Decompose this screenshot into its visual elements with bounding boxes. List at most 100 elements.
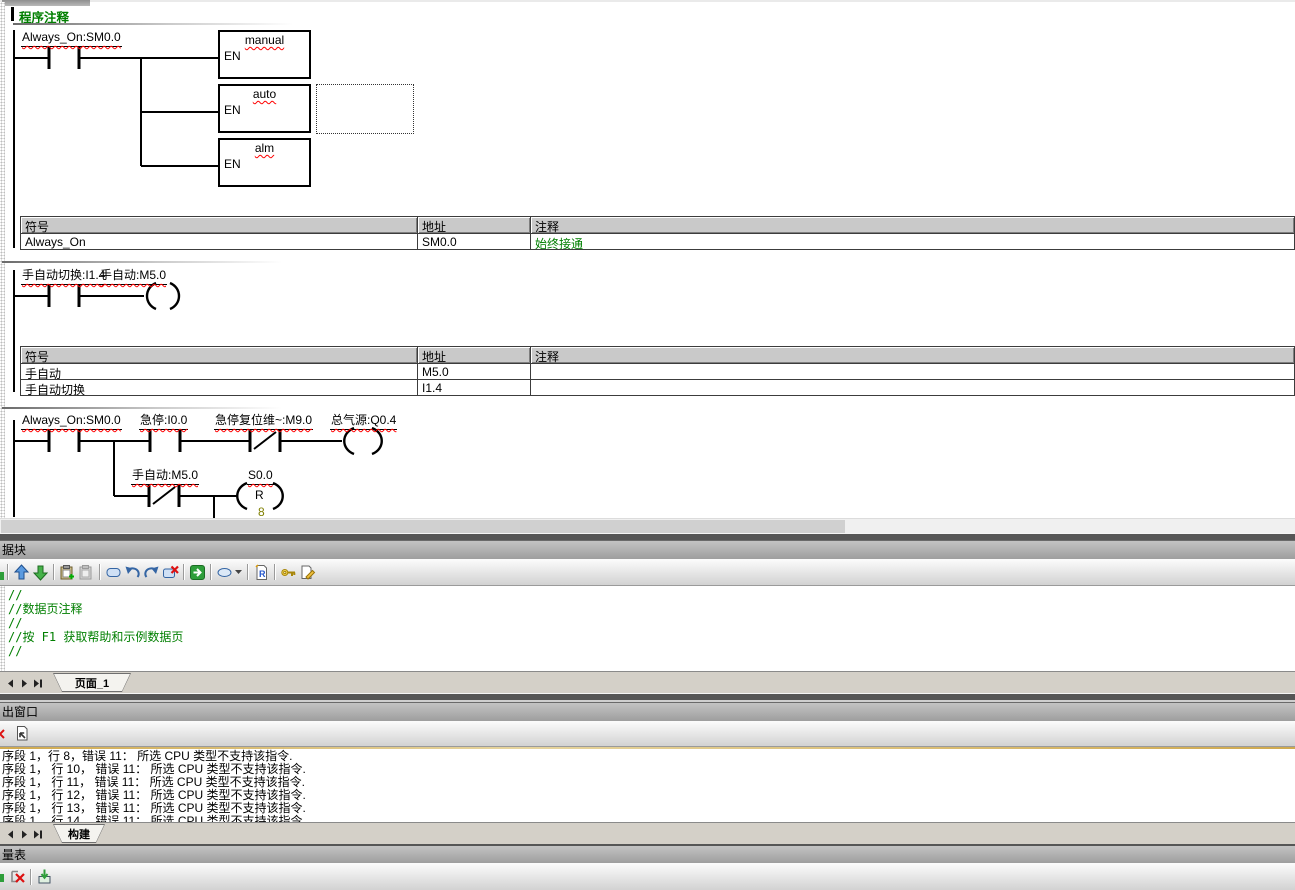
splitter[interactable] (0, 693, 1295, 702)
toolbar-separator (30, 869, 32, 885)
col-header-comment: 注释 (531, 347, 1294, 363)
error-line[interactable]: 序段 1， 行 14， 错误 11： 所选 CPU 类型不支持该指令. (2, 815, 306, 822)
selection-box[interactable] (316, 84, 414, 134)
import-icon[interactable] (35, 868, 54, 886)
tab-next-icon[interactable] (17, 827, 31, 841)
comment-line: // (8, 617, 22, 630)
dropdown-caret-icon[interactable] (234, 563, 244, 581)
go-next-icon[interactable] (188, 563, 207, 581)
tab-build[interactable]: 构建 (53, 824, 105, 843)
key-icon[interactable] (279, 563, 298, 581)
move-down-icon[interactable] (31, 563, 50, 581)
cell-address: M5.0 (418, 364, 531, 379)
tab-last-icon[interactable] (31, 827, 45, 841)
toolbar-separator (274, 564, 276, 580)
output-tabbar: 构建 (0, 822, 1295, 845)
comment-line: //数据页注释 (8, 603, 82, 616)
toolbar-separator (99, 564, 101, 580)
ladder-graphics (0, 0, 1295, 518)
contact-label[interactable]: 手自动切换:I1.4 (21, 269, 106, 285)
delete-row-icon[interactable] (77, 563, 96, 581)
edge-hatch (0, 586, 5, 671)
table-header-row: 符号 地址 注释 (21, 217, 1294, 234)
en-input-label: EN (224, 104, 241, 117)
data-block-editor[interactable]: // //数据页注释 // //按 F1 获取帮助和示例数据页 // (0, 586, 1295, 671)
en-input-label: EN (224, 158, 241, 171)
clear-x-icon[interactable] (0, 725, 6, 743)
clipped-icon[interactable] (0, 563, 4, 581)
toolbar-separator (7, 564, 9, 580)
coil-label[interactable]: S0.0 (247, 469, 274, 485)
status-chart-toolbar (0, 863, 1295, 890)
clipped-icon[interactable] (0, 868, 4, 886)
box-title[interactable]: manual (219, 34, 310, 47)
tab-prev-icon[interactable] (3, 676, 17, 690)
output-window-title: 出窗口 (2, 705, 38, 719)
output-window-toolbar (0, 721, 1295, 747)
app-window: 程序注释 Always (0, 0, 1295, 890)
toolbar-separator (247, 564, 249, 580)
contact-label[interactable]: Always_On:SM0.0 (21, 31, 122, 47)
comment-line: //按 F1 获取帮助和示例数据页 (8, 631, 183, 644)
data-block-tabbar: 页面_1 (0, 671, 1295, 694)
tab-prev-icon[interactable] (3, 827, 17, 841)
data-block-title: 据块 (2, 543, 26, 557)
cell-comment (531, 380, 1294, 395)
symbol-table: 符号 地址 注释 手自动 M5.0 手自动切换 I1.4 (20, 346, 1295, 396)
cell-address: SM0.0 (418, 234, 531, 249)
toolbar-separator (183, 564, 185, 580)
delete-row-x-icon[interactable] (8, 868, 27, 886)
en-input-label: EN (224, 50, 241, 63)
splitter[interactable] (0, 533, 1295, 540)
coil-operator-r: R (255, 489, 264, 502)
comment-line: // (8, 645, 22, 658)
table-row: 手自动 M5.0 (21, 364, 1294, 380)
comment-line: // (8, 589, 22, 602)
scrollbar-thumb[interactable] (1, 520, 845, 533)
tab-page-1[interactable]: 页面_1 (53, 673, 131, 692)
svg-text:R: R (259, 569, 266, 579)
box-title[interactable]: auto (219, 88, 310, 101)
col-header-symbol: 符号 (21, 217, 418, 233)
horizontal-scrollbar[interactable] (0, 518, 1295, 533)
table-row: Always_On SM0.0 始终接通 (21, 234, 1294, 249)
status-chart-title: 量表 (2, 848, 26, 862)
goto-source-icon[interactable] (12, 725, 31, 743)
program-editor[interactable]: 程序注释 Always (0, 0, 1295, 518)
network-divider (2, 407, 282, 409)
toolbar-separator (53, 564, 55, 580)
contact-label[interactable]: 急停复位维~:M9.0 (214, 414, 313, 430)
table-header-row: 符号 地址 注释 (21, 347, 1294, 364)
undo-icon[interactable] (123, 563, 142, 581)
delete-box-icon[interactable] (161, 563, 180, 581)
coil-label[interactable]: 手自动:M5.0 (99, 269, 167, 285)
contact-label[interactable]: 手自动:M5.0 (131, 469, 199, 485)
col-header-symbol: 符号 (21, 347, 418, 363)
page-edit-icon[interactable] (298, 563, 317, 581)
redo-icon[interactable] (142, 563, 161, 581)
tab-next-icon[interactable] (17, 676, 31, 690)
rounded-box-icon[interactable] (104, 563, 123, 581)
contact-label[interactable]: Always_On:SM0.0 (21, 414, 122, 430)
output-window-titlebar: 出窗口 (0, 702, 1295, 721)
toolbar-separator (210, 564, 212, 580)
cell-symbol: Always_On (21, 234, 418, 249)
capsule-icon[interactable] (215, 563, 234, 581)
table-row: 手自动切换 I1.4 (21, 380, 1294, 395)
network-divider (2, 261, 282, 263)
coil-label[interactable]: 总气源:Q0.4 (330, 414, 397, 430)
contact-label[interactable]: 急停:I0.0 (139, 414, 188, 430)
move-up-icon[interactable] (12, 563, 31, 581)
page-r-icon[interactable]: R (252, 563, 271, 581)
cell-symbol: 手自动切换 (21, 380, 418, 395)
box-title[interactable]: alm (219, 142, 310, 155)
insert-row-icon[interactable] (58, 563, 77, 581)
col-header-address: 地址 (418, 347, 531, 363)
tab-last-icon[interactable] (31, 676, 45, 690)
output-error-list[interactable]: 序段 1，行 8，错误 11： 所选 CPU 类型不支持该指令. 序段 1， 行… (0, 747, 1295, 822)
cell-address: I1.4 (418, 380, 531, 395)
col-header-address: 地址 (418, 217, 531, 233)
cell-comment (531, 364, 1294, 379)
symbol-table: 符号 地址 注释 Always_On SM0.0 始终接通 (20, 216, 1295, 250)
status-chart-titlebar: 量表 (0, 844, 1295, 863)
